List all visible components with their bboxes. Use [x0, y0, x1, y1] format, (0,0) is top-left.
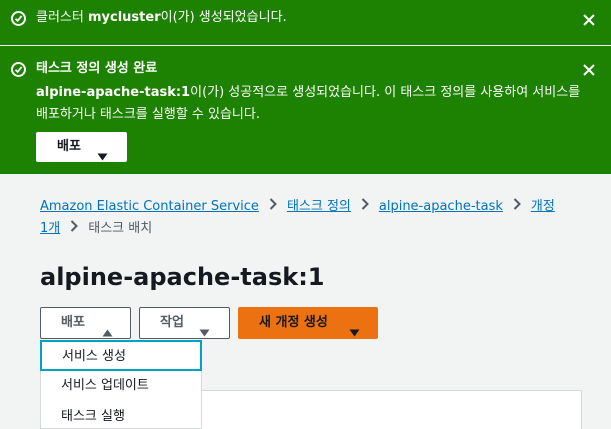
success-check-icon	[11, 11, 26, 26]
flash-task-definition-created: 태스크 정의 생성 완료 alpine-apache-task:1이(가) 성공…	[0, 46, 611, 174]
chevron-right-icon	[269, 196, 277, 218]
main-content: Amazon Elastic Container Service 태스크 정의 al…	[0, 174, 611, 429]
flash-body: alpine-apache-task:1이(가) 성공적으로 생성되었습니다. …	[36, 85, 581, 122]
menu-item-create-service[interactable]: 서비스 생성	[40, 340, 202, 371]
menu-item-update-service[interactable]: 서비스 업데이트	[41, 371, 203, 402]
caret-down-icon	[97, 144, 108, 172]
page-title: alpine-apache-task:1	[40, 263, 325, 291]
flash-cluster-created: 클러스터 mycluster이(가) 생성되었습니다.	[0, 0, 611, 45]
breadcrumb-task-definitions[interactable]: 태스크 정의	[287, 199, 351, 214]
close-icon[interactable]	[581, 62, 597, 78]
task-definition-name: alpine-apache-task:1	[36, 85, 191, 100]
caret-down-icon	[349, 319, 360, 349]
close-icon[interactable]	[581, 12, 597, 28]
breadcrumb: Amazon Elastic Container Service 태스크 정의 al…	[40, 196, 560, 240]
chevron-right-icon	[361, 196, 369, 218]
flash-message: 클러스터 mycluster이(가) 생성되었습니다.	[36, 10, 287, 25]
success-check-icon	[11, 62, 26, 77]
create-new-revision-button[interactable]: 새 개정 생성	[238, 307, 378, 339]
cluster-name: mycluster	[87, 10, 161, 25]
flash-title: 태스크 정의 생성 완료	[36, 61, 158, 76]
breadcrumb-task-family[interactable]: alpine-apache-task	[379, 199, 503, 214]
deploy-dropdown-button[interactable]: 배포	[40, 307, 131, 339]
breadcrumb-current: 태스크 배치	[88, 221, 153, 236]
actions-dropdown-button[interactable]: 작업	[139, 307, 230, 339]
deploy-menu: 서비스 생성 서비스 업데이트 태스크 실행	[40, 340, 202, 429]
chevron-right-icon	[70, 218, 79, 240]
flash-deploy-button[interactable]: 배포	[36, 132, 127, 162]
breadcrumb-ecs[interactable]: Amazon Elastic Container Service	[40, 199, 259, 214]
menu-item-run-task[interactable]: 태스크 실행	[41, 402, 203, 429]
chevron-right-icon	[513, 196, 521, 218]
